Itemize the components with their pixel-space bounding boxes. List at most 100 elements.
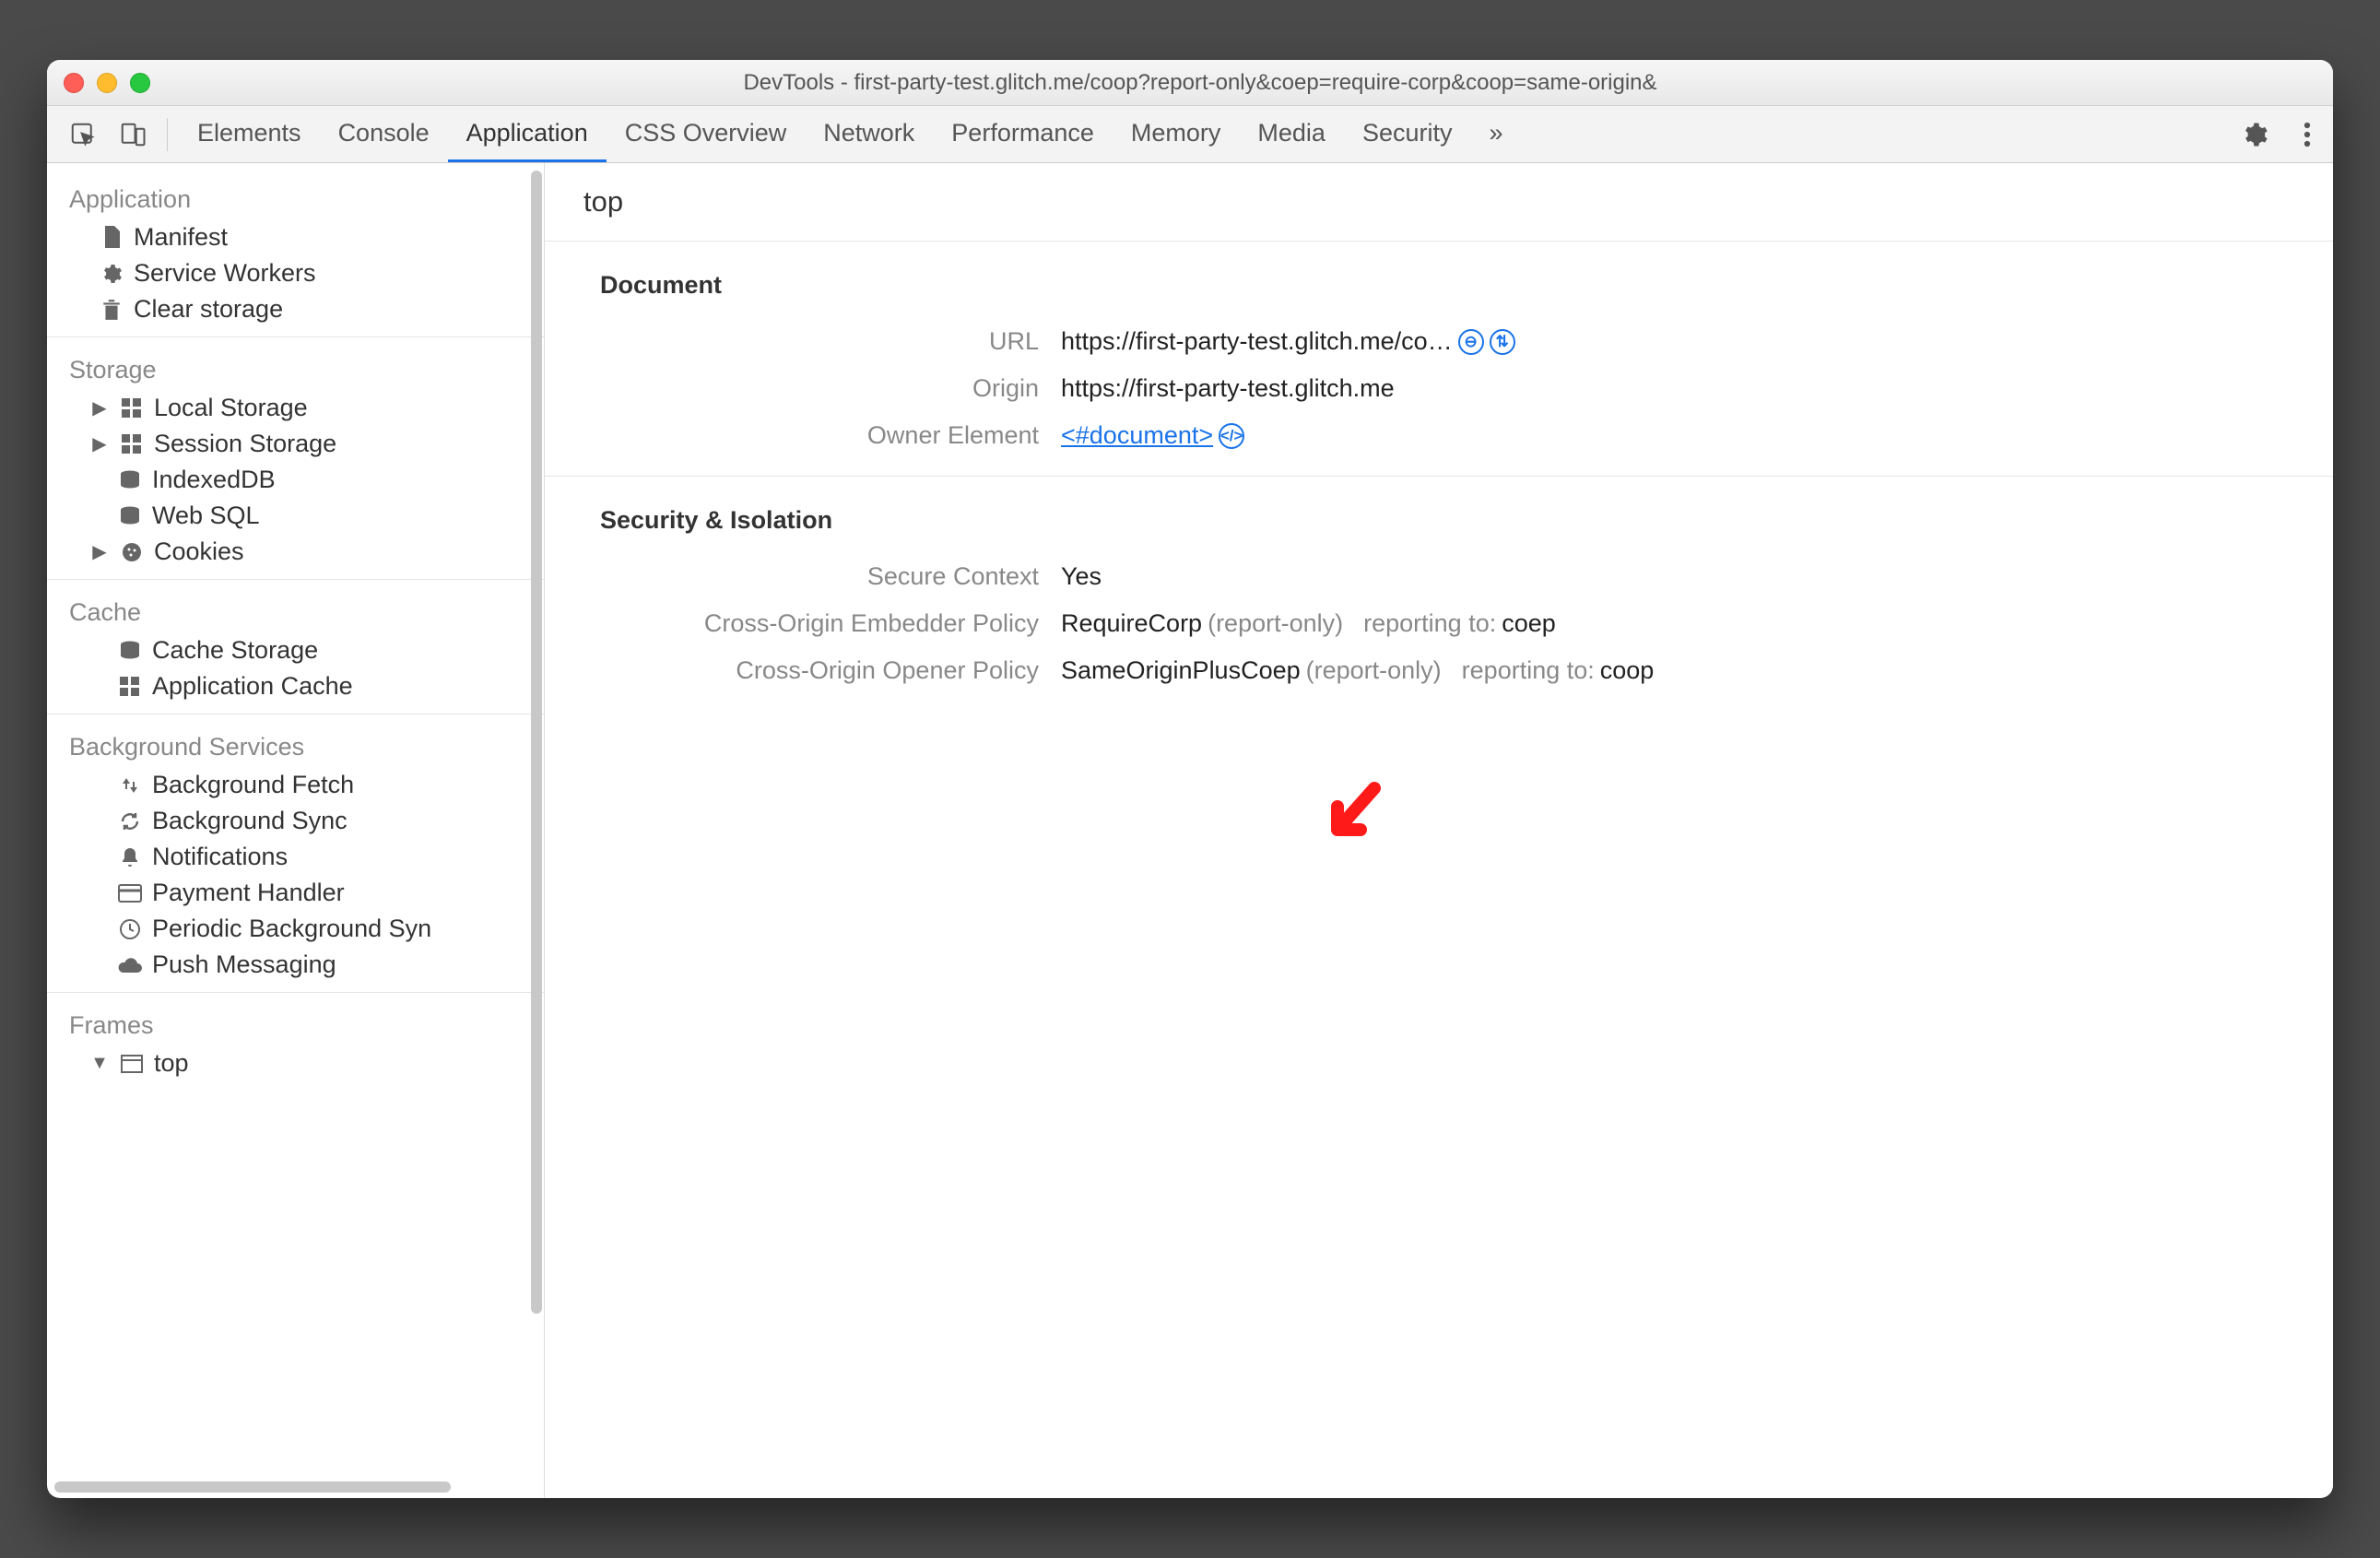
coop-report-value: coop — [1600, 656, 1655, 685]
file-icon — [99, 225, 124, 251]
tab-overflow[interactable]: » — [1470, 106, 1521, 162]
sidebar-item-label: Clear storage — [134, 295, 283, 324]
toolbar-right — [2232, 113, 2320, 156]
disclosure-triangle[interactable]: ▶ — [89, 432, 110, 455]
close-window-button[interactable] — [64, 73, 84, 93]
kebab-icon[interactable] — [2294, 113, 2320, 156]
sidebar-scrollbar[interactable] — [531, 171, 542, 1314]
inspect-icon[interactable] — [60, 113, 106, 156]
coep-mode: (report-only) — [1208, 609, 1343, 638]
label-coop: Cross-Origin Opener Policy — [545, 656, 1061, 685]
trash-icon — [99, 297, 124, 323]
main-panel: top Document URL https://first-party-tes… — [545, 163, 2333, 1498]
page-title: top — [545, 163, 2333, 242]
value-secure-context: Yes — [1061, 562, 1102, 591]
value-url: https://first-party-test.glitch.me/co… — [1061, 327, 1453, 356]
cookie-icon — [119, 539, 145, 565]
sidebar-item-label: Application Cache — [152, 672, 353, 701]
sidebar-item-label: Service Workers — [134, 259, 316, 288]
sidebar-item-payment-handler[interactable]: Payment Handler — [47, 875, 544, 911]
coep-report-value: coep — [1502, 609, 1556, 638]
sidebar-item-local-storage[interactable]: ▶ Local Storage — [47, 390, 544, 426]
db-icon — [117, 503, 143, 529]
tab-security[interactable]: Security — [1344, 106, 1471, 162]
label-origin: Origin — [545, 374, 1061, 403]
tab-elements[interactable]: Elements — [179, 106, 320, 162]
reveal-element-icon[interactable]: </> — [1219, 423, 1244, 449]
sidebar-item-label: Background Sync — [152, 807, 348, 835]
sidebar-item-session-storage[interactable]: ▶Session Storage — [47, 426, 544, 462]
card-icon — [117, 880, 143, 906]
grid-icon — [117, 674, 143, 700]
sidebar-item-label: Local Storage — [154, 394, 308, 422]
label-owner: Owner Element — [545, 421, 1061, 450]
device-icon[interactable] — [110, 113, 156, 156]
sidebar-item-manifest[interactable]: Manifest — [47, 219, 544, 255]
row-coop: Cross-Origin Opener Policy SameOriginPlu… — [545, 647, 2333, 694]
coop-mode: (report-only) — [1306, 656, 1442, 685]
tab-performance[interactable]: Performance — [933, 106, 1113, 162]
zoom-window-button[interactable] — [130, 73, 150, 93]
row-coep: Cross-Origin Embedder Policy RequireCorp… — [545, 600, 2333, 647]
sidebar-item-push-messaging[interactable]: Push Messaging — [47, 947, 544, 983]
tab-memory[interactable]: Memory — [1113, 106, 1240, 162]
sidebar-section-application: Application — [47, 176, 544, 219]
sidebar-item-label: Cookies — [154, 537, 244, 566]
sidebar-item-websql[interactable]: Web SQL — [47, 498, 544, 534]
cloud-icon — [117, 952, 143, 978]
sidebar-item-cookies[interactable]: ▶ Cookies — [47, 534, 544, 570]
sidebar-item-label: Payment Handler — [152, 879, 345, 907]
devtools-window: DevTools - first-party-test.glitch.me/co… — [47, 60, 2333, 1498]
coop-report-label: reporting to: — [1462, 656, 1595, 685]
sidebar-item-label: Background Fetch — [152, 771, 354, 799]
sidebar-item-label: Cache Storage — [152, 636, 318, 665]
clock-icon — [117, 916, 143, 942]
sidebar-item-label: Push Messaging — [152, 950, 336, 979]
section-document-heading: Document — [545, 242, 2333, 318]
sidebar-section-cache: Cache — [47, 589, 544, 632]
sidebar-item-indexeddb[interactable]: IndexedDB — [47, 462, 544, 498]
tab-application[interactable]: Application — [448, 106, 607, 162]
owner-element-link[interactable]: <#document> — [1061, 421, 1213, 450]
window-icon — [119, 1051, 145, 1077]
sidebar-item-cache-storage[interactable]: Cache Storage — [47, 632, 544, 668]
divider — [47, 579, 544, 580]
sidebar-item-notifications[interactable]: Notifications — [47, 839, 544, 875]
sidebar-item-top-frame[interactable]: ▼top — [47, 1045, 544, 1081]
updown-icon — [117, 773, 143, 798]
tab-console[interactable]: Console — [320, 106, 448, 162]
minimize-window-button[interactable] — [97, 73, 117, 93]
bell-icon — [117, 844, 143, 870]
disclosure-triangle[interactable]: ▶ — [89, 396, 110, 419]
settings-icon[interactable] — [2232, 113, 2278, 156]
sidebar: Application Manifest Service Workers Cle… — [47, 163, 545, 1498]
sidebar-item-periodic-sync[interactable]: Periodic Background Syn — [47, 911, 544, 947]
sidebar-item-application-cache[interactable]: Application Cache — [47, 668, 544, 704]
sidebar-item-clear-storage[interactable]: Clear storage — [47, 291, 544, 327]
sidebar-section-background: Background Services — [47, 724, 544, 767]
body: Application Manifest Service Workers Cle… — [47, 163, 2333, 1498]
traffic-lights — [64, 73, 150, 93]
value-coep: RequireCorp — [1061, 609, 1202, 638]
sidebar-h-scrollbar[interactable] — [54, 1481, 451, 1493]
tab-media[interactable]: Media — [1239, 106, 1344, 162]
sidebar-item-service-workers[interactable]: Service Workers — [47, 255, 544, 291]
coop-badge-icon[interactable]: ⇅ — [1490, 329, 1515, 355]
coep-badge-icon[interactable]: ⊖ — [1458, 329, 1484, 355]
sidebar-section-frames: Frames — [47, 1002, 544, 1045]
label-secure-context: Secure Context — [545, 562, 1061, 591]
sidebar-item-background-sync[interactable]: Background Sync — [47, 803, 544, 839]
disclosure-triangle[interactable]: ▶ — [89, 540, 110, 563]
tab-css-overview[interactable]: CSS Overview — [607, 106, 806, 162]
row-origin: Origin https://first-party-test.glitch.m… — [545, 365, 2333, 412]
sidebar-section-storage: Storage — [47, 347, 544, 390]
window-title: DevTools - first-party-test.glitch.me/co… — [150, 70, 2250, 96]
tab-network[interactable]: Network — [805, 106, 933, 162]
sidebar-item-label: Notifications — [152, 843, 288, 871]
disclosure-triangle[interactable]: ▼ — [89, 1053, 110, 1074]
coep-report-label: reporting to: — [1363, 609, 1496, 638]
sidebar-item-background-fetch[interactable]: Background Fetch — [47, 767, 544, 803]
sidebar-item-label: Web SQL — [152, 502, 260, 530]
sidebar-item-label: Periodic Background Syn — [152, 915, 431, 943]
sidebar-item-label: Manifest — [134, 223, 228, 252]
